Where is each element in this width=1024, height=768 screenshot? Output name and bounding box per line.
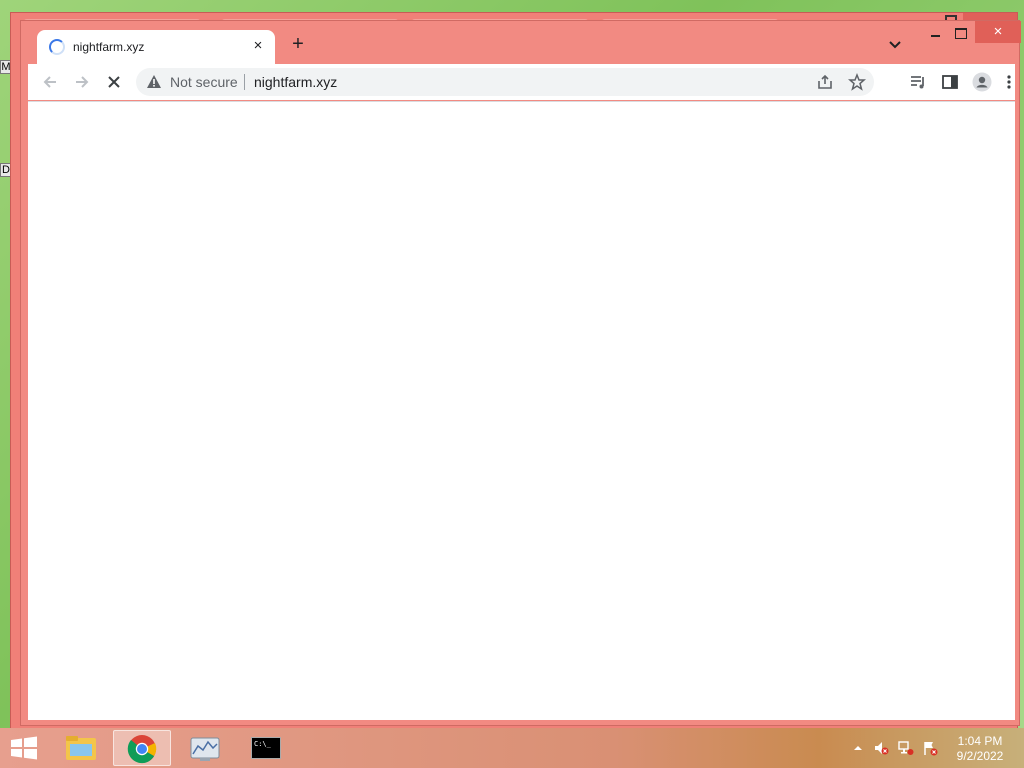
address-bar[interactable]: Not secure nightfarm.xyz [136,68,874,96]
tab-search-chevron-icon[interactable] [885,36,905,54]
chrome-icon [127,735,157,764]
tab-active[interactable]: nightfarm.xyz × [37,30,275,64]
divider [244,74,245,90]
clock-time: 1:04 PM [957,734,1003,748]
cmd-icon: C:\_ [251,737,281,759]
warning-icon[interactable] [146,74,162,90]
back-arrow-icon[interactable] [40,72,60,92]
system-clock[interactable]: 1:04 PM 9/2/2022 [940,734,1020,764]
url-text[interactable]: nightfarm.xyz [254,74,337,90]
maximize-button[interactable] [951,23,971,43]
tab-strip: nightfarm.xyz × + × [21,21,1021,64]
minimize-button[interactable] [927,23,947,43]
taskbar-task-manager[interactable] [176,730,234,766]
side-panel-icon[interactable] [940,72,960,92]
taskbar-command-prompt[interactable]: C:\_ [238,730,296,766]
taskbar: C:\_ 1:04 PM 9/2/2022 [0,728,1024,768]
network-icon[interactable] [898,740,914,756]
tab-close-icon[interactable]: × [249,37,267,55]
taskbar-file-explorer[interactable] [52,730,110,766]
window-close-button[interactable]: × [975,21,1021,43]
security-label[interactable]: Not secure [170,74,238,90]
page-content[interactable] [28,101,1015,720]
forward-arrow-icon[interactable] [72,72,92,92]
folder-icon [66,736,96,760]
menu-kebab-icon[interactable] [1004,72,1014,92]
profile-avatar-icon[interactable] [972,72,992,92]
toolbar: Not secure nightfarm.xyz [28,64,1015,100]
speaker-muted-icon[interactable] [873,740,889,756]
bookmark-star-icon[interactable] [848,72,866,91]
stop-loading-icon[interactable] [104,72,124,92]
media-control-icon[interactable] [908,72,928,92]
start-button[interactable] [0,728,48,768]
taskbar-chrome[interactable] [113,730,171,766]
action-center-flag-icon[interactable] [922,740,938,756]
tab-title: nightfarm.xyz [73,40,145,54]
performance-monitor-icon [190,737,220,761]
share-icon[interactable] [816,73,834,91]
loading-spinner-icon [49,39,65,55]
clock-date: 9/2/2022 [956,749,1004,763]
browser-window: nightfarm.xyz × + × Not secure nightfarm… [20,20,1021,726]
show-hidden-icons-chevron-icon[interactable] [850,740,866,756]
new-tab-button[interactable]: + [287,34,309,56]
